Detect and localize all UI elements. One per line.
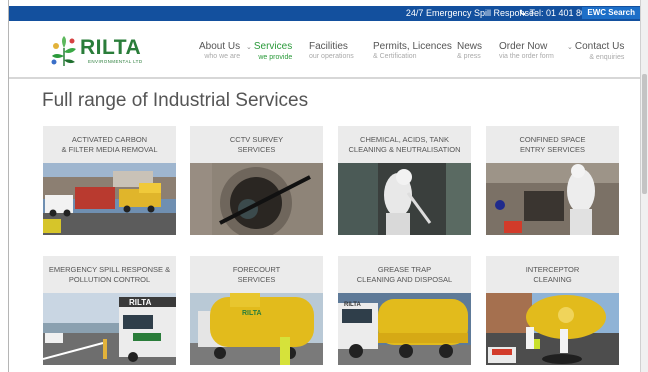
service-card-caption: EMERGENCY SPILL RESPONSE & POLLUTION CONT… bbox=[43, 256, 176, 293]
rilta-logo[interactable]: RILTA ENVIRONMENTAL LTD bbox=[48, 32, 148, 67]
caption-line2: CLEANING bbox=[533, 275, 572, 284]
service-card-chemical[interactable]: CHEMICAL, ACIDS, TANK CLEANING & NEUTRALI… bbox=[338, 126, 471, 235]
nav-order-now[interactable]: Order Now via the order form bbox=[499, 41, 554, 62]
service-card-caption: CHEMICAL, ACIDS, TANK CLEANING & NEUTRALI… bbox=[338, 126, 471, 163]
service-card-image bbox=[338, 163, 471, 235]
caption-line2: SERVICES bbox=[237, 275, 276, 284]
nav-facilities-sub: our operations bbox=[309, 53, 354, 60]
nav-about-us[interactable]: About Us who we are bbox=[199, 41, 240, 62]
caption-line2: POLLUTION CONTROL bbox=[68, 275, 151, 284]
nav-contact-us-sub: & enquiries bbox=[589, 54, 625, 61]
nav-services-sub: we provide bbox=[258, 54, 293, 61]
service-card-caption: CCTV SURVEY SERVICES bbox=[190, 126, 323, 163]
nav-about-us-sub: who we are bbox=[204, 53, 241, 60]
caption-line2: SERVICES bbox=[237, 145, 276, 154]
service-card-image: RILTA bbox=[43, 293, 176, 365]
caption-line2: & FILTER MEDIA REMOVAL bbox=[61, 145, 158, 154]
nav-news-label: News bbox=[457, 41, 483, 52]
site-header: RILTA ENVIRONMENTAL LTD About Us who we … bbox=[9, 21, 640, 79]
service-card-caption: FORECOURT SERVICES bbox=[190, 256, 323, 293]
nav-order-now-sub: via the order form bbox=[499, 53, 554, 60]
nav-news[interactable]: News & press bbox=[457, 41, 482, 62]
caption-line2: ENTRY SERVICES bbox=[519, 145, 586, 154]
nav-permits[interactable]: Permits, Licences & Certification bbox=[373, 41, 452, 62]
service-card-caption: GREASE TRAP CLEANING AND DISPOSAL bbox=[338, 256, 471, 293]
service-card-confined-space[interactable]: CONFINED SPACE ENTRY SERVICES bbox=[486, 126, 619, 235]
nav-facilities[interactable]: Facilities our operations bbox=[309, 41, 354, 62]
nav-contact-us[interactable]: ⌄ Contact Us & enquiries bbox=[567, 41, 624, 63]
service-card-caption: INTERCEPTOR CLEANING bbox=[486, 256, 619, 293]
top-bar: 24/7 Emergency Spill Response Tel: 01 40… bbox=[9, 6, 640, 21]
nav-facilities-label: Facilities bbox=[309, 41, 348, 52]
service-card-interceptor[interactable]: INTERCEPTOR CLEANING bbox=[486, 256, 619, 365]
caption-line1: ACTIVATED CARBON bbox=[71, 135, 148, 144]
service-card-caption: ACTIVATED CARBON & FILTER MEDIA REMOVAL bbox=[43, 126, 176, 163]
logo-mark-icon bbox=[51, 36, 76, 66]
caption-line1: CHEMICAL, ACIDS, TANK bbox=[360, 135, 449, 144]
service-card-image: RILTA bbox=[338, 293, 471, 365]
service-card-activated-carbon[interactable]: ACTIVATED CARBON & FILTER MEDIA REMOVAL bbox=[43, 126, 176, 235]
caption-line1: CONFINED SPACE bbox=[519, 135, 586, 144]
scrollbar-thumb[interactable] bbox=[642, 74, 647, 194]
nav-services-label: Services bbox=[253, 41, 293, 52]
logo-sub-text: ENVIRONMENTAL LTD bbox=[88, 59, 143, 64]
ewc-search-button[interactable]: EWC Search bbox=[582, 7, 640, 19]
service-card-image bbox=[486, 293, 619, 365]
truck-rilta-label: RILTA bbox=[344, 302, 361, 308]
nav-contact-us-label: Contact Us bbox=[574, 41, 625, 52]
window-left-border bbox=[0, 0, 9, 372]
service-card-image: RILTA bbox=[190, 293, 323, 365]
chevron-down-icon: ⌄ bbox=[567, 44, 573, 51]
service-card-image bbox=[486, 163, 619, 235]
service-card-image bbox=[190, 163, 323, 235]
chevron-down-icon: ⌄ bbox=[246, 44, 252, 51]
emergency-spill-link[interactable]: 24/7 Emergency Spill Response bbox=[406, 8, 534, 18]
caption-line2: CLEANING AND DISPOSAL bbox=[356, 275, 453, 284]
service-card-emergency-spill[interactable]: EMERGENCY SPILL RESPONSE & POLLUTION CONT… bbox=[43, 256, 176, 365]
nav-about-us-label: About Us bbox=[199, 41, 241, 52]
nav-news-sub: & press bbox=[457, 53, 481, 60]
caption-line1: EMERGENCY SPILL RESPONSE & bbox=[48, 265, 171, 274]
truck-rilta-label: RILTA bbox=[129, 298, 152, 307]
page-title: Full range of Industrial Services bbox=[42, 90, 309, 111]
caption-line1: GREASE TRAP bbox=[377, 265, 432, 274]
nav-services[interactable]: ⌄ Services we provide bbox=[246, 41, 292, 63]
service-card-image bbox=[43, 163, 176, 235]
caption-line1: FORECOURT bbox=[232, 265, 281, 274]
nav-order-now-label: Order Now bbox=[499, 41, 548, 52]
caption-line1: CCTV SURVEY bbox=[229, 135, 284, 144]
phone-icon bbox=[520, 9, 526, 16]
service-card-cctv[interactable]: CCTV SURVEY SERVICES bbox=[190, 126, 323, 235]
scrollbar[interactable] bbox=[640, 0, 648, 372]
caption-line2: CLEANING & NEUTRALISATION bbox=[348, 145, 461, 154]
service-card-forecourt[interactable]: FORECOURT SERVICES RILTA bbox=[190, 256, 323, 365]
service-card-grease-trap[interactable]: GREASE TRAP CLEANING AND DISPOSAL RILTA bbox=[338, 256, 471, 365]
nav-permits-label: Permits, Licences bbox=[373, 41, 452, 52]
logo-brand-text: RILTA bbox=[80, 36, 142, 59]
nav-permits-sub: & Certification bbox=[373, 53, 417, 60]
caption-line1: INTERCEPTOR bbox=[525, 265, 580, 274]
service-card-caption: CONFINED SPACE ENTRY SERVICES bbox=[486, 126, 619, 163]
truck-rilta-label: RILTA bbox=[242, 310, 262, 317]
